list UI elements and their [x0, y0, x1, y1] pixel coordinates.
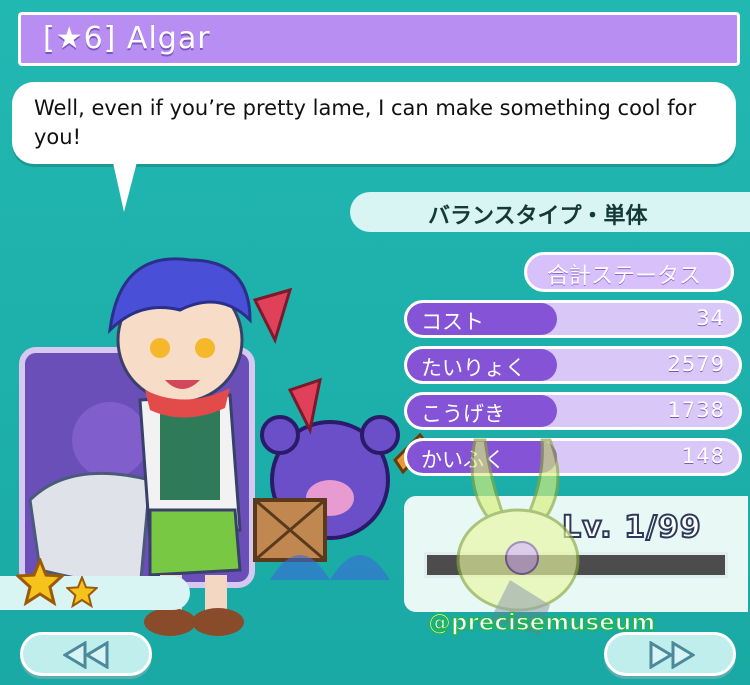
stat-label-box: コスト — [407, 303, 557, 335]
stat-label: たいりょく — [421, 356, 526, 380]
stat-label: こうげき — [421, 402, 505, 426]
stat-label-box: こうげき — [407, 395, 557, 427]
total-status-label: 合計ステータス — [547, 264, 702, 289]
card-quote: Well, even if you’re pretty lame, I can … — [34, 96, 697, 149]
stat-row-attack: こうげき 1738 — [404, 392, 742, 430]
stat-label-box: たいりょく — [407, 349, 557, 381]
stat-value: 1738 — [667, 398, 725, 422]
unit-type-text: バランスタイプ・単体 — [428, 204, 648, 229]
next-page-icon — [649, 641, 695, 669]
prev-page-icon — [63, 641, 109, 669]
speech-bubble-tail — [112, 158, 138, 212]
card-title: [★6] Algar — [43, 21, 211, 56]
title-bar: [★6] Algar — [18, 12, 740, 66]
stat-label: コスト — [421, 310, 484, 334]
watermark: @precisemuseum — [427, 609, 656, 637]
prev-page-button[interactable] — [20, 632, 152, 676]
stat-row-cost: コスト 34 — [404, 300, 742, 338]
character-illustration — [19, 257, 430, 636]
star-icon — [16, 558, 64, 606]
stat-value: 34 — [696, 306, 725, 330]
total-status-header: 合計ステータス — [524, 252, 734, 292]
stat-value: 148 — [681, 444, 725, 468]
speech-bubble: Well, even if you’re pretty lame, I can … — [12, 82, 736, 164]
stat-row-hp: たいりょく 2579 — [404, 346, 742, 384]
next-page-button[interactable] — [604, 632, 736, 676]
unit-type-label: バランスタイプ・単体 — [350, 192, 750, 232]
star-icon — [66, 576, 98, 608]
stat-value: 2579 — [667, 352, 725, 376]
